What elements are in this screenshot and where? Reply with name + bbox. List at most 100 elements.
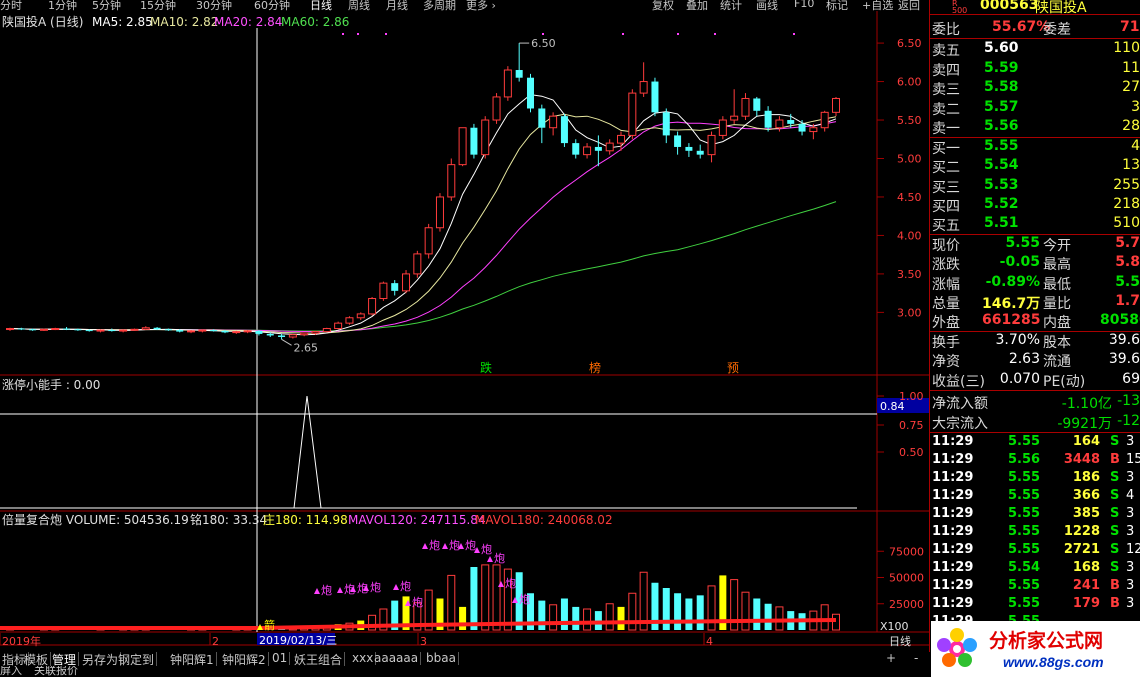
zoom-in-button[interactable]: + [884,652,898,665]
bid-volume: 4 [1131,138,1140,154]
tick-volume: 241 [1072,578,1100,593]
toolbar-button[interactable]: 返回 [898,0,920,11]
tick-time: 11:29 [932,434,974,449]
period-tab[interactable]: 分时 [0,0,22,11]
pao-signal: 炮 [465,539,476,552]
tick-price: 5.55 [1008,488,1041,503]
signal-dot [357,33,359,35]
indicator-tab[interactable]: 妖王组合 [292,652,346,666]
indicator-tab[interactable]: 钢定到 [116,652,158,666]
bottom-strip: 屏入 关联报价 [0,666,930,677]
period-tab[interactable]: 日线 [310,0,332,11]
stat-value: 1.7 [1115,292,1140,309]
bid-price: 5.55 [984,138,1019,154]
volume-bar [459,606,467,630]
period-tab[interactable]: 月线 [386,0,408,11]
tick-price: 5.55 [1008,524,1041,539]
bottom-item[interactable]: 关联报价 [34,666,78,677]
stat-value: -0.05 [999,254,1040,271]
bottom-item[interactable]: 屏入 [0,666,22,677]
stat-label: 涨跌 [932,257,960,274]
period-tab[interactable]: 多周期 [423,0,456,11]
tick-extra: 3 [1126,560,1135,575]
stat-value: 80580 [1100,312,1140,329]
toolbar-button[interactable]: 复权 [652,0,674,11]
pao-signal: 炮 [481,543,492,556]
candle-body [176,330,184,332]
indicator-tab[interactable]: bbaa [424,652,459,665]
candle-body [153,327,161,330]
separator [930,390,1140,391]
stat-row: 收益(三) 0.070 PE(动) 69 [930,371,1140,390]
tick-side: S [1110,434,1120,449]
candle-body [594,146,602,151]
chart-area[interactable]: 6.50 6.00 5.50 5.00 4.50 4.00 3.50 3.00 6.50 2.65… [0,11,930,653]
tick-row: 11:29 5.55 1228 S 3 [930,524,1140,543]
candle-body [300,332,309,336]
indicator-tab[interactable]: 01 [270,652,291,665]
pao-arrow-icon [337,587,343,593]
signal-dot [542,33,544,35]
ma-legend-item: MA5: 2.85 [92,15,153,29]
stat-value: 661285 [982,312,1041,329]
stat-row: 换手 3.70% 股本 39.6 [930,332,1140,351]
volume-bar [470,567,478,630]
stat-label: 现价 [932,238,960,254]
toolbar-button[interactable]: 画线 [756,0,778,11]
period-tab[interactable]: 60分钟 [254,0,290,11]
volume-bar [583,608,592,631]
pao-signal: 炮 [519,593,530,606]
bid-volume: 255 [1113,176,1140,193]
candle-body [515,70,523,78]
pao-signal: 炮 [400,580,411,593]
flow-value-2: -12 [1117,412,1140,429]
tick-time: 11:29 [932,452,974,467]
candle-body [198,329,207,332]
toolbar-button[interactable]: 统计 [720,0,742,11]
toolbar-button[interactable]: 叠加 [686,0,708,11]
tick-extra: 3 [1126,524,1135,539]
candle-body [775,119,784,129]
period-tab[interactable]: 更多 › [466,0,496,11]
price-tick-label: 3.50 [897,268,922,281]
tick-side: B [1110,578,1120,593]
x-axis-label: 4 [706,635,713,648]
candle-body [29,329,37,331]
indicator-tab[interactable]: 另存为 [80,652,122,666]
candle-body [753,98,761,111]
candle-body [108,330,116,332]
indicator-tab[interactable]: 钟阳辉1 [168,652,217,666]
toolbar-button[interactable]: 标记 [826,0,848,11]
indicator-tab[interactable]: 管理 [50,652,80,666]
indicator-tab[interactable]: 钟阳辉2 [220,652,269,666]
period-tab[interactable]: 1分钟 [48,0,77,11]
stat-row: 外盘 661285内盘 80580 [930,312,1140,331]
candle-body [96,329,105,332]
ask-row: 卖五 5.60 110 [930,40,1140,59]
candle-body [583,146,592,156]
candle-body [447,164,456,198]
candle-body [345,317,354,324]
pao-signal: 炮 [321,584,332,597]
indicator-tab[interactable]: aaaaaa [372,652,422,665]
toolbar-button[interactable]: F10 [794,0,814,10]
period-tab[interactable]: 5分钟 [92,0,121,11]
tick-volume: 385 [1072,506,1100,521]
zoom-out-button[interactable]: - [912,652,920,665]
ask-row: 卖二 5.57 3 [930,99,1140,118]
stat-value: 5.55 [1005,235,1040,251]
toolbar-button[interactable]: +自选 [862,0,893,11]
separator [930,14,1140,15]
cursor-date: 2019/02/13/三 [259,634,337,647]
period-tab[interactable]: 周线 [348,0,370,11]
signal-dot [714,33,716,35]
volume-bar [549,604,558,631]
period-tab[interactable]: 15分钟 [140,0,176,11]
period-tab[interactable]: 30分钟 [196,0,232,11]
ask-price: 5.59 [984,59,1019,76]
candle-body [628,92,637,136]
indicator-tab[interactable]: 模板 [22,652,52,666]
stat-label: 流通 [1043,354,1071,371]
tick-side: S [1110,506,1120,521]
volume-bar [481,564,490,631]
